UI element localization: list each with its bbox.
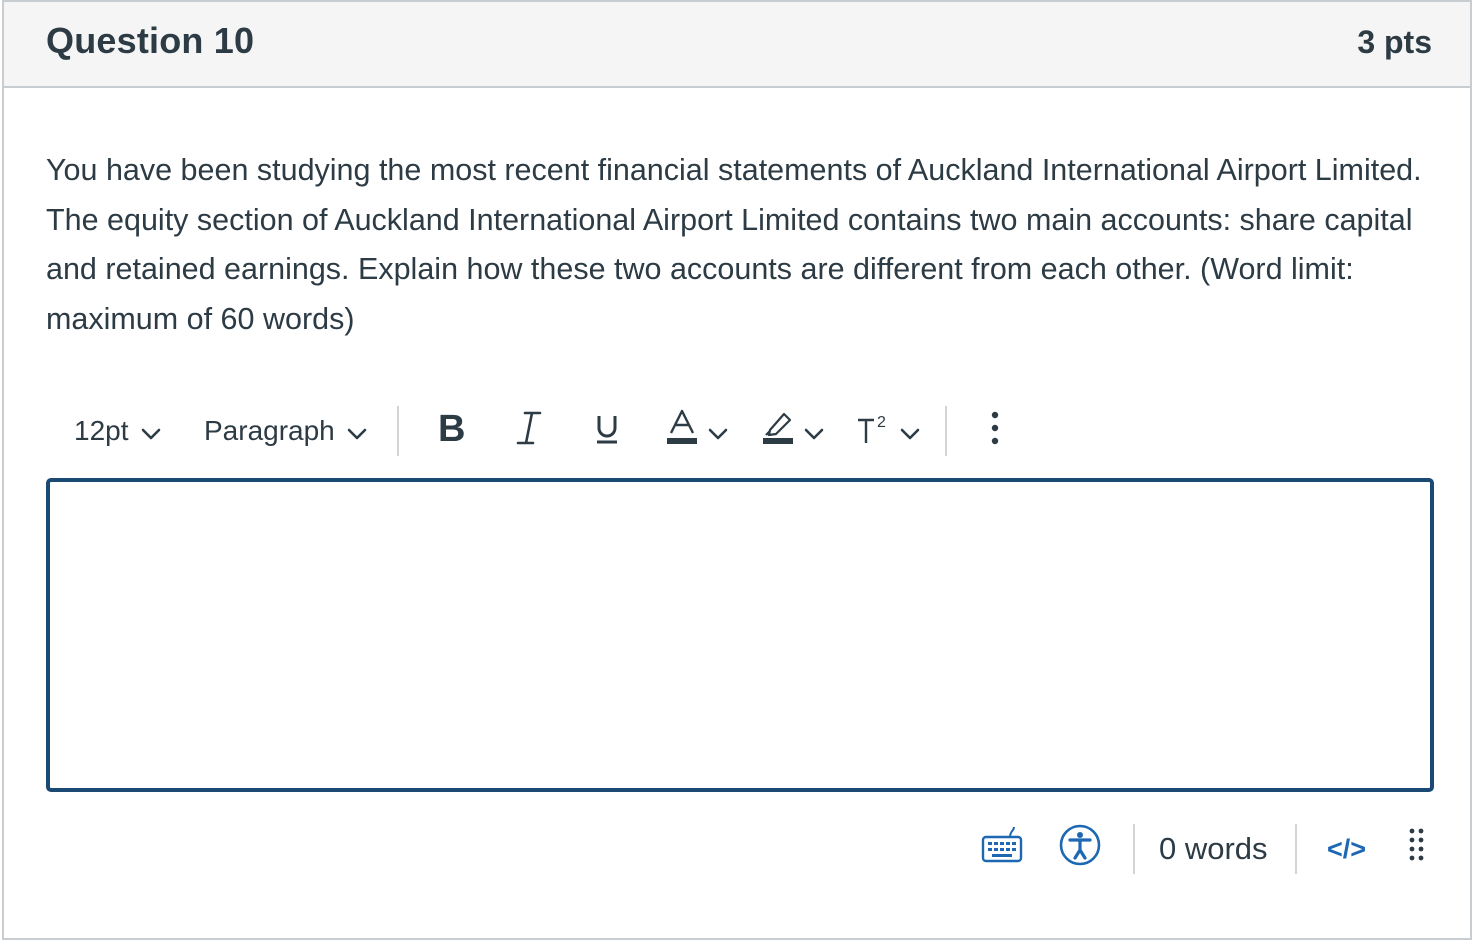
bold-button[interactable]: B xyxy=(436,404,466,458)
resize-handle-icon xyxy=(1408,827,1426,871)
question-card: Question 10 3 pts You have been studying… xyxy=(2,0,1472,940)
underline-button[interactable] xyxy=(594,404,620,458)
accessibility-checker-button[interactable] xyxy=(1058,820,1102,878)
accessibility-icon xyxy=(1058,823,1102,875)
bold-icon: B xyxy=(436,408,466,453)
more-options-icon xyxy=(990,410,1000,453)
question-header: Question 10 3 pts xyxy=(4,2,1470,88)
block-format-dropdown[interactable]: Paragraph xyxy=(204,404,367,458)
chevron-down-icon xyxy=(900,415,920,447)
block-format-value: Paragraph xyxy=(204,415,335,446)
answer-editor[interactable] xyxy=(46,478,1434,792)
html-editor-toggle[interactable]: </> xyxy=(1327,820,1366,878)
question-points: 3 pts xyxy=(1357,24,1432,60)
toolbar-divider xyxy=(397,406,399,456)
font-size-dropdown[interactable]: 12pt xyxy=(74,404,161,458)
text-color-icon xyxy=(666,408,698,455)
superscript-icon: 2 xyxy=(856,410,892,453)
more-options-button[interactable] xyxy=(990,404,1000,458)
svg-text:B: B xyxy=(438,410,465,446)
highlight-icon xyxy=(762,408,794,455)
font-size-value: 12pt xyxy=(74,415,129,446)
chevron-down-icon xyxy=(804,415,824,447)
italic-icon xyxy=(516,410,542,453)
highlight-color-button[interactable] xyxy=(762,404,824,458)
text-color-button[interactable] xyxy=(666,404,728,458)
question-title: Question 10 xyxy=(46,20,255,61)
keyboard-shortcuts-button[interactable] xyxy=(980,820,1024,878)
italic-button[interactable] xyxy=(516,404,542,458)
status-divider xyxy=(1133,824,1135,874)
word-count: 0 words xyxy=(1159,831,1268,866)
svg-text:2: 2 xyxy=(877,414,886,431)
chevron-down-icon xyxy=(708,415,728,447)
underline-icon xyxy=(594,410,620,453)
chevron-down-icon xyxy=(141,415,161,447)
keyboard-icon xyxy=(980,825,1024,873)
rich-text-toolbar: 12pt Paragraph B 2 xyxy=(46,404,1046,458)
resize-handle[interactable] xyxy=(1408,820,1426,878)
status-divider xyxy=(1295,824,1297,874)
toolbar-divider xyxy=(945,406,947,456)
superscript-button[interactable]: 2 xyxy=(856,404,920,458)
chevron-down-icon xyxy=(347,415,367,447)
question-text: You have been studying the most recent f… xyxy=(46,153,1422,336)
